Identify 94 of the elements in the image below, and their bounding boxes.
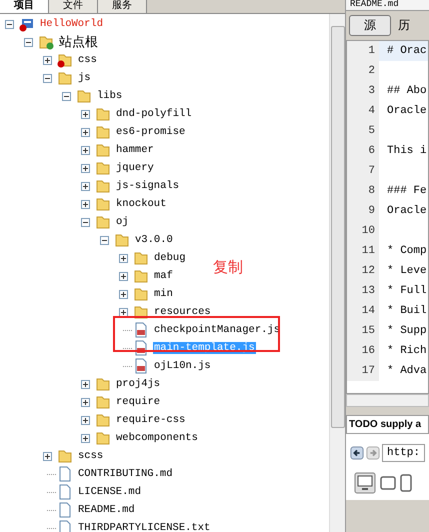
line-number: 6 bbox=[347, 141, 379, 161]
expand-toggle[interactable] bbox=[119, 254, 128, 262]
expand-toggle[interactable] bbox=[100, 236, 109, 244]
line-number: 11 bbox=[347, 241, 379, 261]
tree-item[interactable]: resources bbox=[153, 306, 212, 318]
tree-item[interactable]: css bbox=[77, 54, 98, 66]
expand-toggle[interactable] bbox=[62, 92, 71, 100]
monitor-icon[interactable] bbox=[354, 472, 376, 494]
line-number: 15 bbox=[347, 321, 379, 341]
url-field[interactable]: http: bbox=[382, 444, 425, 462]
expand-toggle[interactable] bbox=[43, 452, 52, 460]
expand-toggle[interactable] bbox=[119, 272, 128, 280]
tree-item[interactable]: README.md bbox=[77, 504, 136, 516]
expand-toggle[interactable] bbox=[81, 182, 90, 190]
tree-item[interactable]: CONTRIBUTING.md bbox=[77, 468, 174, 480]
line-number: 4 bbox=[347, 101, 379, 121]
tree-item[interactable]: hammer bbox=[115, 144, 155, 156]
line-number: 17 bbox=[347, 361, 379, 381]
tree-item[interactable]: es6-promise bbox=[115, 126, 186, 138]
code-line: * Buil bbox=[387, 305, 427, 317]
tree-item[interactable]: require bbox=[115, 396, 162, 408]
code-line: * Rich bbox=[387, 345, 427, 357]
tree-item[interactable]: min bbox=[153, 288, 174, 300]
tree-item[interactable]: proj4js bbox=[115, 378, 162, 390]
line-number: 7 bbox=[347, 161, 379, 181]
expand-toggle[interactable] bbox=[81, 128, 90, 136]
line-number: 12 bbox=[347, 261, 379, 281]
code-line: Oracle bbox=[387, 105, 427, 117]
expand-toggle[interactable] bbox=[81, 416, 90, 424]
line-number: 2 bbox=[347, 61, 379, 81]
code-line: # Orac bbox=[387, 45, 427, 57]
expand-toggle[interactable] bbox=[81, 200, 90, 208]
tree-item[interactable]: LICENSE.md bbox=[77, 486, 142, 498]
code-line: This i bbox=[387, 145, 427, 157]
expand-toggle[interactable] bbox=[81, 434, 90, 442]
tree-item[interactable]: checkpointManager.js bbox=[153, 324, 282, 336]
expand-toggle[interactable] bbox=[43, 56, 52, 64]
expand-toggle[interactable] bbox=[5, 20, 14, 28]
expand-toggle[interactable] bbox=[81, 398, 90, 406]
tree-item[interactable]: THIRDPARTYLICENSE.txt bbox=[77, 522, 212, 532]
expand-toggle[interactable] bbox=[43, 74, 52, 82]
expand-toggle[interactable] bbox=[81, 110, 90, 118]
tree-item[interactable]: webcomponents bbox=[115, 432, 199, 444]
code-line: * Full bbox=[387, 285, 427, 297]
tree-item[interactable]: scss bbox=[77, 450, 104, 462]
code-line: * Comp bbox=[387, 245, 427, 257]
tree-item[interactable]: HelloWorld bbox=[39, 18, 104, 30]
scrollbar[interactable] bbox=[329, 14, 345, 532]
tree-item[interactable]: ojL10n.js bbox=[153, 360, 212, 372]
tree-item[interactable]: libs bbox=[96, 90, 124, 102]
line-number: 14 bbox=[347, 301, 379, 321]
line-number: 5 bbox=[347, 121, 379, 141]
tree-item[interactable]: 站点根 bbox=[58, 33, 99, 51]
expand-toggle[interactable] bbox=[24, 38, 33, 46]
view-button[interactable]: 历 bbox=[395, 15, 413, 36]
line-number: 9 bbox=[347, 201, 379, 221]
code-line: Oracle bbox=[387, 205, 427, 217]
tree-item[interactable]: v3.0.0 bbox=[134, 234, 174, 246]
line-number: 3 bbox=[347, 81, 379, 101]
back-icon[interactable] bbox=[350, 445, 364, 461]
tree-item[interactable]: dnd-polyfill bbox=[115, 108, 193, 120]
line-number: 1 bbox=[347, 41, 379, 61]
code-editor[interactable]: 1 # Orac 2 3 ## Abo 4 Oracle 5 6 This i 7 8 ### Fe 9 Oracle 10 11 * Comp 12 * Leve 13 * Full 14 * Buil 15 * Supp 16 * Rich 17 * Adva bbox=[346, 40, 429, 394]
tablet-icon[interactable] bbox=[380, 476, 396, 490]
tree-item[interactable]: debug bbox=[153, 252, 187, 264]
line-number: 13 bbox=[347, 281, 379, 301]
code-line: * Supp bbox=[387, 325, 427, 337]
expand-toggle[interactable] bbox=[119, 290, 128, 298]
tree-item[interactable]: require-css bbox=[115, 414, 186, 426]
tree-item[interactable]: maf bbox=[153, 270, 174, 282]
expand-toggle[interactable] bbox=[81, 164, 90, 172]
tree-item[interactable]: knockout bbox=[115, 198, 168, 210]
view-button[interactable]: 源 bbox=[349, 15, 391, 36]
code-line: ## Abo bbox=[387, 85, 427, 97]
tree-item[interactable]: js bbox=[77, 72, 92, 84]
scrollbar[interactable] bbox=[346, 394, 429, 407]
tree-item[interactable]: js-signals bbox=[115, 180, 180, 192]
code-line: * Adva bbox=[387, 365, 427, 377]
panel-title: TODO supply a bbox=[346, 415, 429, 434]
expand-toggle[interactable] bbox=[81, 146, 90, 154]
panel-tab[interactable]: 项目 bbox=[0, 0, 49, 13]
line-number: 16 bbox=[347, 341, 379, 361]
code-line: * Leve bbox=[387, 265, 427, 277]
expand-toggle[interactable] bbox=[119, 308, 128, 316]
line-number: 10 bbox=[347, 221, 379, 241]
expand-toggle[interactable] bbox=[81, 218, 90, 226]
tree-item[interactable]: jquery bbox=[115, 162, 155, 174]
tree-item[interactable]: oj bbox=[115, 216, 130, 228]
code-line: ### Fe bbox=[387, 185, 427, 197]
annotation-text: 复制 bbox=[213, 258, 243, 277]
line-number: 8 bbox=[347, 181, 379, 201]
expand-toggle[interactable] bbox=[81, 380, 90, 388]
phone-icon[interactable] bbox=[400, 474, 412, 492]
panel-tab[interactable]: 服务 bbox=[98, 0, 147, 13]
